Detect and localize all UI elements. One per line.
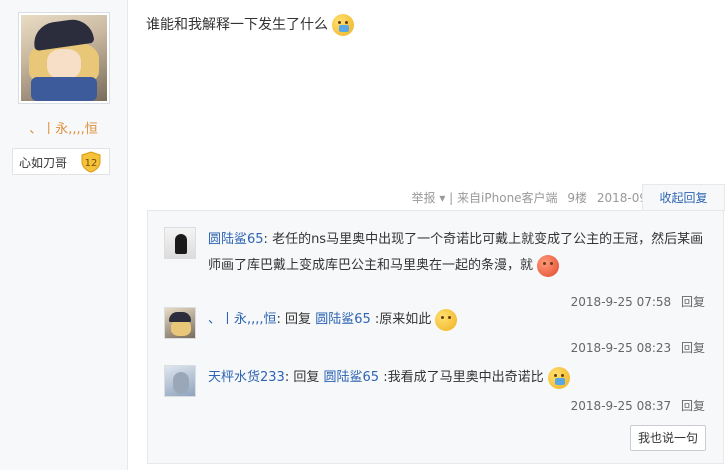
report-dropdown-icon[interactable]: ▾ (439, 191, 445, 205)
reply-body: 、丨永,,,,恒: 回复 圆陆鲨65 :原来如此 (208, 307, 708, 333)
level-name: 心如刀哥 (19, 156, 68, 170)
reply-button[interactable]: 回复 (681, 399, 705, 413)
say-something-button[interactable]: 我也说一句 (630, 425, 706, 451)
reply-button[interactable]: 回复 (681, 341, 705, 355)
author-avatar[interactable] (18, 12, 110, 104)
post-text: 谁能和我解释一下发生了什么 (146, 17, 328, 33)
client-source[interactable]: 来自iPhone客户端 (457, 191, 558, 205)
reply-avatar[interactable] (164, 307, 196, 339)
member-level-badge[interactable]: 心如刀哥 12 (12, 148, 110, 175)
smile-face-emoji-icon (435, 308, 458, 331)
level-number: 12 (85, 158, 98, 169)
reply-text: :原来如此 (374, 312, 432, 327)
avatar-image (21, 15, 107, 101)
fold-reply-button[interactable]: 收起回复 (642, 184, 725, 211)
reply-username[interactable]: 圆陆鲨65 (208, 232, 264, 247)
sick-face-emoji-icon (332, 14, 355, 36)
reply-time: 2018-9-25 08:37 (570, 399, 672, 413)
reply-avatar[interactable] (164, 227, 196, 259)
sick-face-emoji-icon (547, 366, 570, 389)
reply-username[interactable]: 、丨永,,,,恒 (208, 312, 277, 327)
angry-face-emoji-icon (537, 254, 560, 277)
reply-username[interactable]: 天枰水货233 (208, 370, 285, 385)
floor-number: 9楼 (567, 191, 588, 205)
meta-divider: | (449, 191, 454, 205)
reply-prefix: 回复 (293, 370, 320, 385)
reply-text: 老任的ns马里奥中出现了一个奇诺比可戴上就变成了公主的王冠，然后某画师画了库巴戴… (208, 232, 704, 273)
reply-target-user[interactable]: 圆陆鲨65 (315, 312, 371, 327)
level-shield-icon: 12 (81, 151, 101, 173)
reply-body: 天枰水货233: 回复 圆陆鲨65 :我看成了马里奥中出奇诺比 (208, 365, 708, 391)
post-content: 谁能和我解释一下发生了什么 (146, 14, 355, 36)
reply-time: 2018-9-25 08:23 (570, 341, 672, 355)
reply-prefix: 回复 (285, 312, 312, 327)
reply-avatar[interactable] (164, 365, 196, 397)
author-name[interactable]: 、丨永,,,,恒 (0, 118, 127, 137)
reply-panel: 圆陆鲨65: 老任的ns马里奥中出现了一个奇诺比可戴上就变成了公主的王冠，然后某… (147, 210, 724, 464)
reply-footer: 2018-9-25 08:37 回复 (571, 397, 705, 414)
reply-footer: 2018-9-25 08:23 回复 (571, 339, 705, 356)
report-link[interactable]: 举报 (411, 191, 435, 205)
reply-body: 圆陆鲨65: 老任的ns马里奥中出现了一个奇诺比可戴上就变成了公主的王冠，然后某… (208, 227, 708, 279)
author-sidebar: 、丨永,,,,恒 心如刀哥 12 (0, 0, 128, 470)
reply-text: :我看成了马里奥中出奇诺比 (383, 370, 544, 385)
reply-target-user[interactable]: 圆陆鲨65 (324, 370, 380, 385)
